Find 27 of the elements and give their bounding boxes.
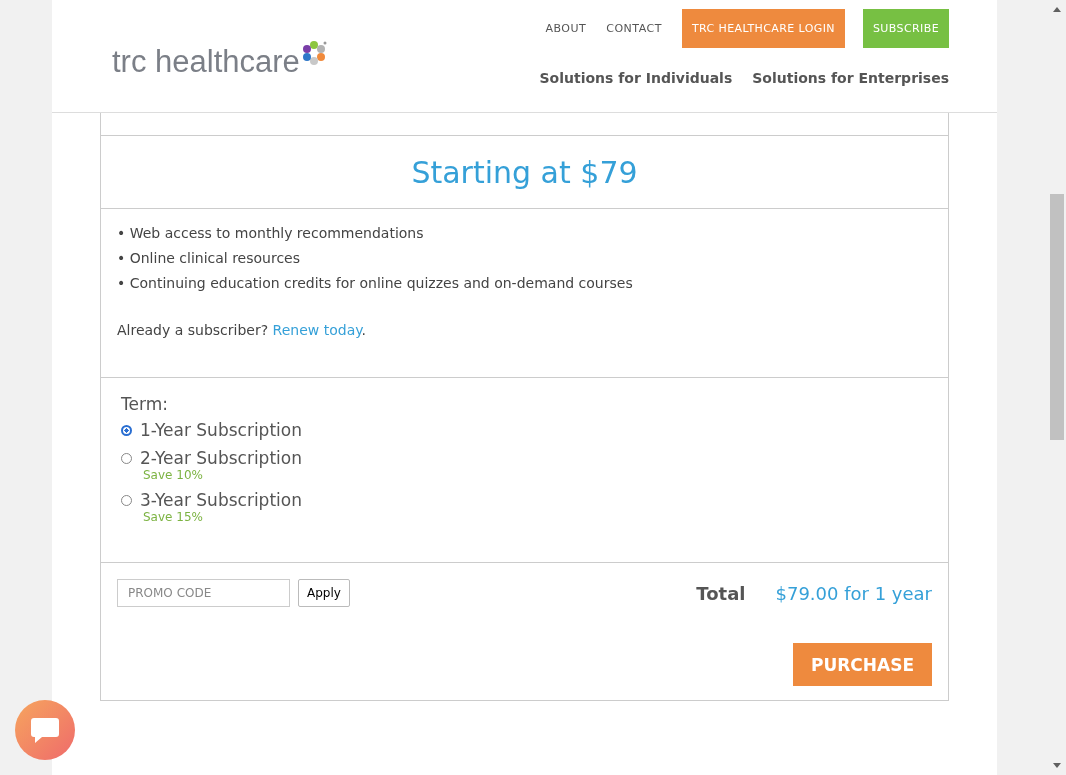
logo-text[interactable]: trc healthcare <box>112 44 300 80</box>
total-value: $79.00 for 1 year <box>775 582 932 604</box>
discount-note: Save 15% <box>143 510 203 524</box>
scrollbar-thumb[interactable] <box>1050 194 1064 440</box>
promo-code-field[interactable]: PROMO CODE <box>117 579 290 607</box>
discount-note: Save 10% <box>143 468 203 482</box>
radio-button[interactable] <box>121 424 132 436</box>
chat-bubble-icon <box>30 716 60 744</box>
renew-text: Already a subscriber? Renew today. <box>117 322 367 338</box>
feature-text: • Continuing education credits for online quizzes and on-demand courses <box>117 275 634 291</box>
term-label: Term: <box>121 394 168 414</box>
nav-menu-item[interactable]: Solutions for Individuals <box>539 70 733 86</box>
total-label: Total <box>696 582 746 604</box>
option-label[interactable]: 2-Year Subscription <box>140 448 302 468</box>
nav-link[interactable]: CONTACT <box>606 22 662 35</box>
option-label[interactable]: 3-Year Subscription <box>140 490 302 510</box>
chat-button[interactable] <box>15 700 75 760</box>
flower-logo-icon <box>300 40 327 66</box>
nav-menu-item[interactable]: Solutions for Enterprises <box>752 70 949 86</box>
scroll-up-icon[interactable] <box>1052 5 1062 13</box>
option-label[interactable]: 1-Year Subscription <box>140 420 302 440</box>
scroll-down-icon[interactable] <box>1052 762 1062 770</box>
feature-text: • Web access to monthly recommendations <box>117 225 425 241</box>
apply-button[interactable]: Apply <box>298 579 350 607</box>
price-heading: Starting at $79 <box>411 154 638 190</box>
nav-link[interactable]: ABOUT <box>545 22 587 35</box>
feature-text: • Online clinical resources <box>117 250 302 266</box>
